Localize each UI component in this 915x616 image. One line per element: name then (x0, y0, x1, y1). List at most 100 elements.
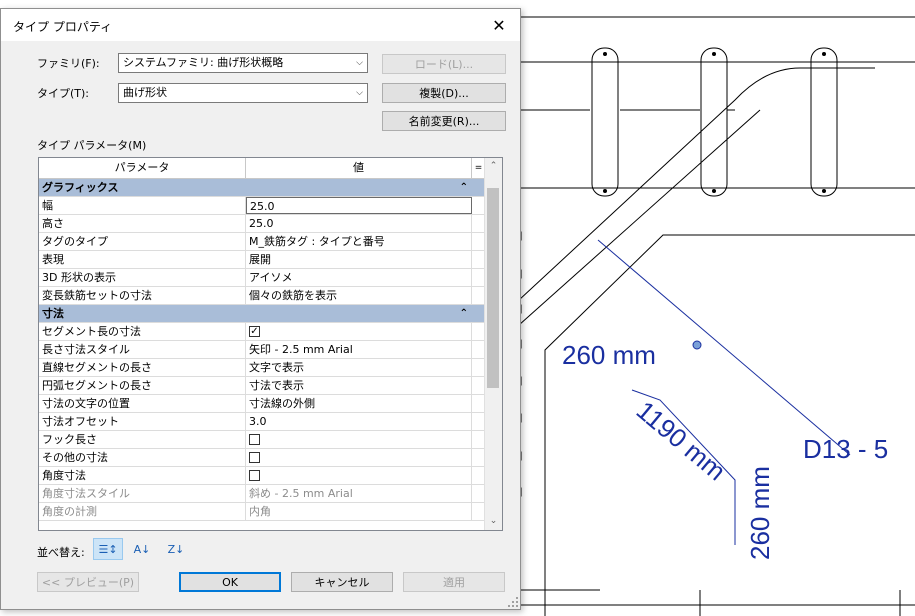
group-title: グラフィックス (42, 181, 119, 194)
param-row[interactable]: 角度寸法 (39, 467, 486, 485)
param-name: 幅 (39, 197, 246, 214)
param-value[interactable]: 展開 (246, 251, 472, 268)
duplicate-button[interactable]: 複製(D)... (382, 83, 506, 103)
dimension-text-260-vertical[interactable]: 260 mm (745, 466, 776, 560)
param-value[interactable]: M_鉄筋タグ : タイプと番号 (246, 233, 472, 250)
param-name: 角度の計測 (39, 503, 246, 520)
chevron-down-icon: ⌵ (356, 88, 363, 98)
param-name: 円弧セグメントの長さ (39, 377, 246, 394)
param-name: タグのタイプ (39, 233, 246, 250)
param-row[interactable]: 直線セグメントの長さ 文字で表示 (39, 359, 486, 377)
rebar-tag[interactable]: D13 - 5 (803, 434, 888, 465)
param-name: フック長さ (39, 431, 246, 448)
param-row[interactable]: 3D 形状の表示 アイソメ (39, 269, 486, 287)
param-value[interactable]: 個々の鉄筋を表示 (246, 287, 472, 304)
param-value[interactable]: 文字で表示 (246, 359, 472, 376)
param-row[interactable]: フック長さ (39, 431, 486, 449)
bent-bar (518, 67, 875, 301)
param-row[interactable]: 表現 展開 (39, 251, 486, 269)
param-name: 表現 (39, 251, 246, 268)
collapse-icon[interactable]: ⌃ (460, 179, 468, 196)
param-value[interactable]: 25.0 (246, 215, 472, 232)
chevron-down-icon: ⌵ (356, 58, 363, 68)
param-value[interactable]: 3.0 (246, 413, 472, 430)
preview-button[interactable]: << プレビュー(P) (37, 572, 139, 592)
checkbox-unchecked[interactable] (249, 469, 260, 481)
type-combo[interactable]: 曲げ形状 ⌵ (118, 83, 368, 103)
param-row[interactable]: 円弧セグメントの長さ 寸法で表示 (39, 377, 486, 395)
param-row[interactable]: タグのタイプ M_鉄筋タグ : タイプと番号 (39, 233, 486, 251)
checkbox-unchecked[interactable] (249, 451, 260, 463)
ok-button[interactable]: OK (179, 572, 281, 592)
family-label: ファミリ(F): (37, 57, 100, 70)
grid-rows: グラフィックス ⌃ 幅 25.0 高さ 25.0 タグのタイプ M_鉄筋タグ : タイプと番号… (39, 179, 486, 521)
group-header[interactable]: 寸法 ⌃ (39, 305, 486, 323)
family-combo[interactable]: システムファミリ: 曲げ形状概略 ⌵ (118, 53, 368, 73)
param-name: 角度寸法スタイル (39, 485, 246, 502)
param-name: 寸法オフセット (39, 413, 246, 430)
sort-descending-icon[interactable]: Z↓ (161, 538, 191, 560)
param-row[interactable]: 角度の計測 内角 (39, 503, 486, 521)
param-row[interactable]: 角度寸法スタイル 斜め - 2.5 mm Arial (39, 485, 486, 503)
family-combo-value: システムファミリ: 曲げ形状概略 (123, 56, 284, 69)
param-value[interactable]: 斜め - 2.5 mm Arial (246, 485, 472, 502)
param-name: 変長鉄筋セットの寸法 (39, 287, 246, 304)
param-name: 高さ (39, 215, 246, 232)
param-name: 長さ寸法スタイル (39, 341, 246, 358)
type-label: タイプ(T): (37, 87, 90, 100)
resize-grip-icon[interactable] (508, 597, 518, 607)
param-name: 直線セグメントの長さ (39, 359, 246, 376)
dimension-text-260-top[interactable]: 260 mm (562, 340, 656, 371)
param-value[interactable]: 矢印 - 2.5 mm Arial (246, 341, 472, 358)
vertical-scrollbar[interactable]: ⌃ ⌄ (484, 158, 502, 530)
param-value[interactable]: 寸法で表示 (246, 377, 472, 394)
checkbox-unchecked[interactable] (249, 433, 260, 445)
leader-grip (692, 340, 702, 350)
param-row[interactable]: 寸法オフセット 3.0 (39, 413, 486, 431)
param-row[interactable]: 幅 25.0 (39, 197, 486, 215)
param-row[interactable]: その他の寸法 (39, 449, 486, 467)
type-params-label: タイプ パラメータ(M) (37, 139, 147, 152)
param-value[interactable]: 内角 (246, 503, 472, 520)
load-button[interactable]: ロード(L)... (382, 54, 506, 74)
param-value[interactable]: アイソメ (246, 269, 472, 286)
dialog-title: タイプ プロパティ (13, 20, 113, 34)
dialog-titlebar[interactable]: タイプ プロパティ ✕ (1, 9, 520, 41)
param-name: 寸法の文字の位置 (39, 395, 246, 412)
sort-grouped-icon[interactable]: ☰↕ (93, 538, 123, 560)
param-value[interactable] (246, 431, 472, 448)
param-name: その他の寸法 (39, 449, 246, 466)
type-properties-dialog: タイプ プロパティ ✕ ファミリ(F): システムファミリ: 曲げ形状概略 ⌵ … (0, 8, 521, 610)
param-value[interactable]: 寸法線の外側 (246, 395, 472, 412)
scroll-thumb[interactable] (487, 188, 499, 388)
sort-label: 並べ替え: (37, 546, 85, 559)
type-combo-value: 曲げ形状 (123, 86, 167, 99)
grid-header: パラメータ 値 = (39, 158, 486, 179)
column-header-value[interactable]: 値 (246, 158, 472, 178)
apply-button[interactable]: 適用 (403, 572, 505, 592)
group-title: 寸法 (42, 307, 64, 320)
group-header[interactable]: グラフィックス ⌃ (39, 179, 486, 197)
column-header-parameter[interactable]: パラメータ (39, 158, 246, 178)
param-value[interactable] (246, 467, 472, 484)
parameter-grid[interactable]: パラメータ 値 = グラフィックス ⌃ 幅 25.0 高さ 25.0 タグのタイプ M_鉄筋タ… (38, 157, 503, 531)
param-row[interactable]: 変長鉄筋セットの寸法 個々の鉄筋を表示 (39, 287, 486, 305)
param-row[interactable]: 寸法の文字の位置 寸法線の外側 (39, 395, 486, 413)
stirrup (591, 47, 838, 197)
scroll-up-icon[interactable]: ⌃ (485, 158, 502, 175)
param-value[interactable]: 25.0 (246, 197, 472, 214)
sort-ascending-icon[interactable]: A↓ (127, 538, 157, 560)
scroll-down-icon[interactable]: ⌄ (485, 513, 502, 530)
param-row[interactable]: 長さ寸法スタイル 矢印 - 2.5 mm Arial (39, 341, 486, 359)
param-name: 3D 形状の表示 (39, 269, 246, 286)
param-row[interactable]: 高さ 25.0 (39, 215, 486, 233)
checkbox-checked[interactable]: ✓ (249, 325, 260, 337)
close-icon[interactable]: ✕ (486, 13, 512, 37)
param-value[interactable] (246, 449, 472, 466)
param-row[interactable]: セグメント長の寸法 ✓ (39, 323, 486, 341)
collapse-icon[interactable]: ⌃ (460, 305, 468, 322)
rename-button[interactable]: 名前変更(R)... (382, 111, 506, 131)
param-value[interactable]: ✓ (246, 323, 472, 340)
param-name: セグメント長の寸法 (39, 323, 246, 340)
cancel-button[interactable]: キャンセル (291, 572, 393, 592)
